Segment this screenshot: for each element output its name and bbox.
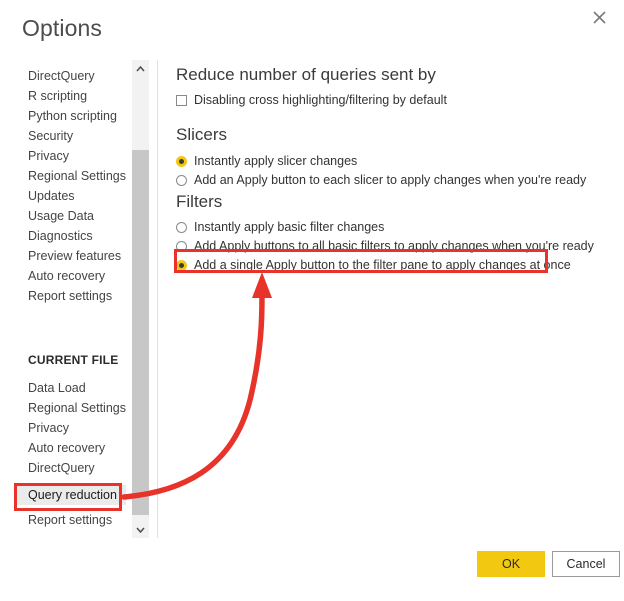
sidebar-item-python-scripting[interactable]: Python scripting <box>14 106 126 126</box>
sidebar-item-privacy[interactable]: Privacy <box>14 146 126 166</box>
ok-button[interactable]: OK <box>477 551 545 577</box>
sidebar-item-report-settings[interactable]: Report settings <box>14 286 126 306</box>
radio-icon <box>176 222 187 233</box>
close-icon[interactable] <box>582 2 616 32</box>
cancel-button[interactable]: Cancel <box>552 551 620 577</box>
option-label: Add a single Apply button to the filter … <box>194 258 571 272</box>
section-heading-slicers: Slicers <box>176 125 228 144</box>
sidebar-item-cf-privacy[interactable]: Privacy <box>14 418 126 438</box>
section-heading-reduce-queries: Reduce number of queries sent by <box>176 65 436 84</box>
option-label: Add an Apply button to each slicer to ap… <box>194 173 587 187</box>
sidebar-group-header-current-file: CURRENT FILE <box>28 353 119 367</box>
radio-icon-selected <box>176 156 187 167</box>
option-label: Disabling cross highlighting/filtering b… <box>194 93 447 107</box>
radio-apply-buttons-all-basic-filters[interactable]: Add Apply buttons to all basic filters t… <box>176 237 594 256</box>
sidebar-item-preview-features[interactable]: Preview features <box>14 246 126 266</box>
sidebar-divider <box>157 60 158 538</box>
sidebar-item-cf-regional-settings[interactable]: Regional Settings <box>14 398 126 418</box>
radio-icon-selected <box>176 260 187 271</box>
sidebar-item-regional-settings[interactable]: Regional Settings <box>14 166 126 186</box>
chevron-down-icon[interactable] <box>132 521 149 538</box>
chevron-up-icon[interactable] <box>132 60 149 77</box>
option-label: Instantly apply basic filter changes <box>194 220 385 234</box>
sidebar-item-security[interactable]: Security <box>14 126 126 146</box>
option-label: Add Apply buttons to all basic filters t… <box>194 239 594 253</box>
radio-apply-button-each-slicer[interactable]: Add an Apply button to each slicer to ap… <box>176 171 586 190</box>
options-content-pane: Reduce number of queries sent by Disabli… <box>176 58 610 538</box>
sidebar-item-cf-directquery[interactable]: DirectQuery <box>14 458 126 478</box>
sidebar-item-data-load[interactable]: Data Load <box>14 378 126 398</box>
sidebar-item-diagnostics[interactable]: Diagnostics <box>14 226 126 246</box>
checkbox-icon <box>176 95 187 106</box>
sidebar-item-cf-auto-recovery[interactable]: Auto recovery <box>14 438 126 458</box>
radio-icon <box>176 241 187 252</box>
option-label: Instantly apply slicer changes <box>194 154 358 168</box>
sidebar-item-directquery[interactable]: DirectQuery <box>14 66 126 86</box>
options-dialog: Options DirectQuery R scripting Python s… <box>0 0 624 601</box>
sidebar-item-r-scripting[interactable]: R scripting <box>14 86 126 106</box>
sidebar-item-usage-data[interactable]: Usage Data <box>14 206 126 226</box>
page-title: Options <box>22 15 102 41</box>
radio-single-apply-button-filter-pane[interactable]: Add a single Apply button to the filter … <box>176 256 571 275</box>
scrollbar-thumb[interactable] <box>132 150 149 515</box>
checkbox-disable-cross-highlighting[interactable]: Disabling cross highlighting/filtering b… <box>176 91 447 110</box>
dialog-footer: OK Cancel <box>0 539 624 601</box>
section-heading-filters: Filters <box>176 192 223 211</box>
dialog-title-bar: Options <box>0 0 624 52</box>
radio-icon <box>176 175 187 186</box>
sidebar-item-query-reduction[interactable]: Query reduction <box>14 485 126 505</box>
sidebar-item-updates[interactable]: Updates <box>14 186 126 206</box>
radio-instantly-apply-basic-filter-changes[interactable]: Instantly apply basic filter changes <box>176 218 384 237</box>
radio-instantly-apply-slicer-changes[interactable]: Instantly apply slicer changes <box>176 152 357 171</box>
sidebar-nav: DirectQuery R scripting Python scripting… <box>0 58 132 538</box>
sidebar-item-cf-report-settings[interactable]: Report settings <box>14 510 126 530</box>
sidebar-scrollbar[interactable] <box>132 60 149 538</box>
sidebar-item-auto-recovery[interactable]: Auto recovery <box>14 266 126 286</box>
